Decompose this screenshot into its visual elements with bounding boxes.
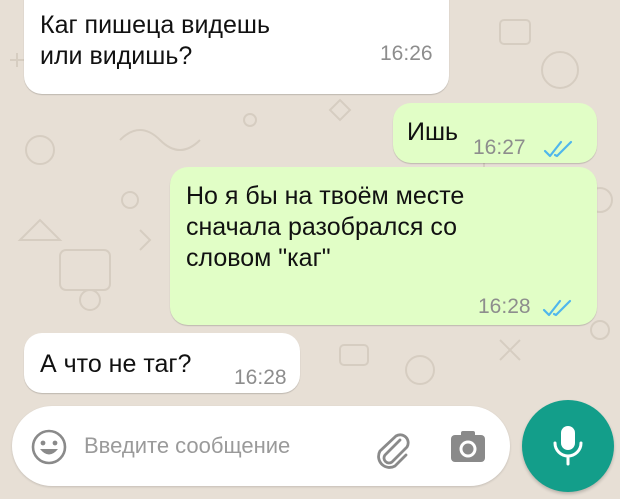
message-composer (12, 406, 510, 486)
message-bubble-incoming[interactable]: Каг пишеца видешь или видишь? 16:26 (24, 0, 449, 94)
message-input[interactable] (84, 426, 364, 466)
message-time: 16:27 (473, 136, 526, 159)
read-receipt-icon (543, 140, 573, 158)
message-text: А что не таг? (40, 350, 192, 378)
camera-icon[interactable] (448, 428, 488, 466)
message-time: 16:28 (234, 366, 287, 389)
read-receipt-icon (542, 299, 572, 317)
message-text: Но я бы на твоём месте сначала разобралс… (186, 182, 465, 272)
microphone-icon (553, 426, 583, 466)
message-text: Ишь (407, 118, 459, 146)
message-time: 16:26 (380, 42, 433, 65)
message-text: Каг пишеца видешь или видишь? (40, 11, 270, 70)
message-bubble-outgoing[interactable]: Но я бы на твоём месте сначала разобралс… (170, 167, 597, 325)
message-bubble-outgoing[interactable]: Ишь 16:27 (393, 103, 597, 163)
microphone-button[interactable] (522, 400, 614, 492)
emoji-icon[interactable] (30, 428, 68, 466)
message-time: 16:28 (478, 295, 531, 318)
message-bubble-incoming[interactable]: А что не таг? 16:28 (24, 333, 300, 393)
paperclip-icon[interactable] (370, 426, 414, 470)
